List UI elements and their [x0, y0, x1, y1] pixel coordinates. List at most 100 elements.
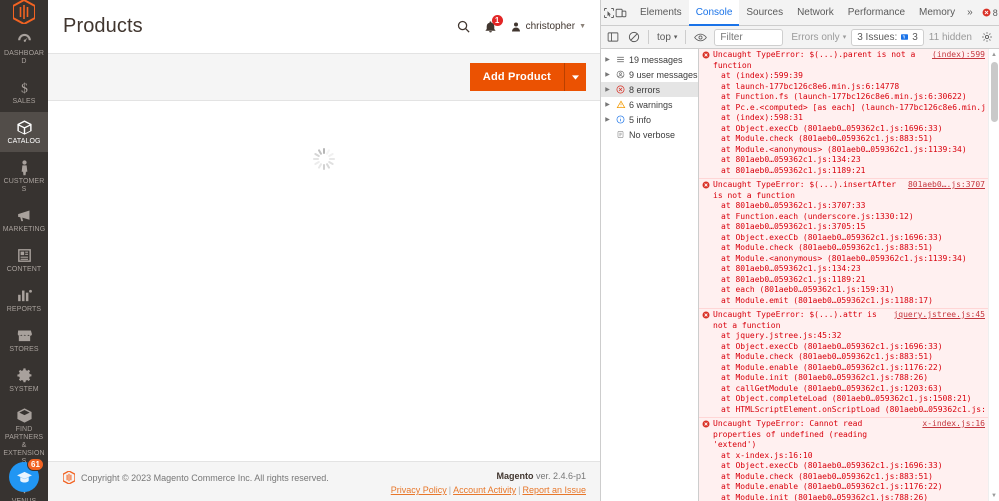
stack-frame[interactable]: at launch-177bc126c8e6.min.js:6:14778: [702, 82, 985, 93]
chevron-right-icon[interactable]: ▶: [603, 116, 612, 123]
tab-elements[interactable]: Elements: [633, 0, 689, 26]
stack-frame[interactable]: at 801aeb0…059362c1.js:3705:15: [702, 222, 985, 233]
issues-button[interactable]: 3 Issues: 3: [851, 29, 924, 46]
search-icon[interactable]: [456, 19, 471, 34]
sidebar-item-content[interactable]: CONTENT: [0, 240, 48, 280]
log-level-selector[interactable]: Errors only ▾: [787, 32, 850, 43]
stack-frame[interactable]: at jquery.jstree.js:45:32: [702, 331, 985, 342]
inspect-element-icon[interactable]: [603, 3, 615, 23]
stack-frame[interactable]: at 801aeb0…059362c1.js:134:23: [702, 155, 985, 166]
device-toolbar-icon[interactable]: [615, 3, 627, 23]
stack-frame[interactable]: at 801aeb0…059362c1.js:1189:21: [702, 275, 985, 286]
clear-console-icon[interactable]: [624, 27, 644, 47]
scrollbar-thumb[interactable]: [991, 62, 998, 122]
add-product-button[interactable]: Add Product: [470, 63, 564, 91]
sidebar-filter-warnings[interactable]: ▶ 6 warnings: [601, 97, 698, 112]
stack-frame[interactable]: at Module.<anonymous> (801aeb0…059362c1.…: [702, 254, 985, 265]
stack-frame[interactable]: at Module.emit (801aeb0…059362c1.js:1188…: [702, 296, 985, 307]
scroll-up-arrow[interactable]: ▲: [989, 49, 999, 60]
footer-link-report-an-issue[interactable]: Report an Issue: [522, 485, 586, 495]
console-error-message[interactable]: Uncaught TypeError: $(...).attr is not a…: [699, 309, 988, 418]
chevron-right-icon[interactable]: ▶: [603, 101, 612, 108]
user-icon: [510, 21, 522, 33]
stack-frame[interactable]: at Module.check (801aeb0…059362c1.js:883…: [702, 472, 985, 483]
tab-network[interactable]: Network: [790, 0, 841, 26]
stack-frame[interactable]: at (index):598:31: [702, 113, 985, 124]
tab-performance[interactable]: Performance: [841, 0, 912, 26]
sidebar-filter-errors[interactable]: ▶ 8 errors: [601, 82, 698, 97]
stack-frame[interactable]: at Object.execCb (801aeb0…059362c1.js:16…: [702, 124, 985, 135]
stack-frame[interactable]: at Function.fs (launch-177bc126c8e6.min.…: [702, 92, 985, 103]
stack-frame[interactable]: at Object.execCb (801aeb0…059362c1.js:16…: [702, 233, 985, 244]
chevron-right-icon[interactable]: ▶: [603, 71, 612, 78]
live-expression-icon[interactable]: [690, 27, 710, 47]
stack-frame[interactable]: at HTMLScriptElement.onScriptLoad (801ae…: [702, 405, 985, 416]
sidebar-item-label: STORES: [1, 346, 47, 354]
chevron-right-icon[interactable]: ▶: [603, 86, 612, 93]
sidebar-filter-user-messages[interactable]: ▶ 9 user messages: [601, 67, 698, 82]
scroll-down-arrow[interactable]: ▼: [989, 490, 999, 501]
stack-frame[interactable]: at 801aeb0…059362c1.js:134:23: [702, 264, 985, 275]
stack-frame[interactable]: at Object.execCb (801aeb0…059362c1.js:16…: [702, 342, 985, 353]
stack-frame[interactable]: at Module.init (801aeb0…059362c1.js:788:…: [702, 493, 985, 501]
message-source-link[interactable]: jquery.jstree.js:45: [887, 310, 985, 321]
sidebar-item-marketing[interactable]: MARKETING: [0, 200, 48, 240]
stack-frame[interactable]: at Module.enable (801aeb0…059362c1.js:11…: [702, 482, 985, 493]
sidebar-filter-verbose[interactable]: No verbose: [601, 127, 698, 142]
stack-frame[interactable]: at 801aeb0…059362c1.js:1189:21: [702, 166, 985, 177]
sidebar-item-customers[interactable]: CUSTOMERS: [0, 152, 48, 200]
stack-frame[interactable]: at each (801aeb0…059362c1.js:159:31): [702, 285, 985, 296]
footer-link-privacy-policy[interactable]: Privacy Policy: [391, 485, 447, 495]
stack-frame[interactable]: at Module.enable (801aeb0…059362c1.js:11…: [702, 363, 985, 374]
stack-frame[interactable]: at Module.<anonymous> (801aeb0…059362c1.…: [702, 145, 985, 156]
error-counter[interactable]: 8: [982, 8, 998, 18]
console-error-message[interactable]: Uncaught TypeError: Cannot read properti…: [699, 418, 988, 501]
console-error-message[interactable]: Uncaught TypeError: $(...).insertAfter i…: [699, 179, 988, 309]
message-source-link[interactable]: x-index.js:16: [916, 419, 985, 430]
gear-icon[interactable]: [977, 27, 997, 47]
sidebar-item-catalog[interactable]: CATALOG: [0, 112, 48, 152]
more-tabs-button[interactable]: »: [962, 7, 978, 18]
stack-frame[interactable]: at Object.completeLoad (801aeb0…059362c1…: [702, 394, 985, 405]
message-source-link[interactable]: (index):599: [926, 50, 985, 61]
sidebar-item-sales[interactable]: $ SALES: [0, 72, 48, 112]
notifications-bell[interactable]: 1: [484, 20, 497, 34]
tab-console[interactable]: Console: [689, 0, 740, 26]
message-source-link[interactable]: 801aeb0….js:3707: [902, 180, 985, 191]
chevron-right-icon[interactable]: ▶: [603, 56, 612, 63]
user-menu[interactable]: christopher ▼: [510, 21, 586, 33]
stack-frame[interactable]: at x-index.js:16:10: [702, 451, 985, 462]
stack-frame[interactable]: at Function.each (underscore.js:1330:12): [702, 212, 985, 223]
console-error-message[interactable]: Uncaught TypeError: $(...).parent is not…: [699, 49, 988, 179]
console-sidebar-toggle-icon[interactable]: [603, 27, 623, 47]
stack-frame[interactable]: at Module.check (801aeb0…059362c1.js:883…: [702, 134, 985, 145]
tab-memory[interactable]: Memory: [912, 0, 962, 26]
sidebar-filter-info[interactable]: ▶ 5 info: [601, 112, 698, 127]
help-launcher[interactable]: 61: [9, 462, 39, 492]
stack-frame[interactable]: at Module.check (801aeb0…059362c1.js:883…: [702, 243, 985, 254]
stack-frame[interactable]: at 801aeb0…059362c1.js:3707:33: [702, 201, 985, 212]
stack-frame[interactable]: at Pc.e.<computed> [as each] (launch-177…: [702, 103, 985, 114]
user-message-icon: [615, 70, 626, 79]
execution-context-selector[interactable]: top ▾: [653, 29, 681, 46]
footer-link-account-activity[interactable]: Account Activity: [453, 485, 516, 495]
sidebar-item-dashboard[interactable]: DASHBOARD: [0, 24, 48, 72]
stack-frame[interactable]: at (index):599:39: [702, 71, 985, 82]
tab-sources[interactable]: Sources: [739, 0, 790, 26]
sidebar-item-reports[interactable]: REPORTS: [0, 280, 48, 320]
console-filter-input[interactable]: [714, 29, 783, 46]
add-product-dropdown-toggle[interactable]: [564, 63, 586, 91]
stack-frame[interactable]: at Module.init (801aeb0…059362c1.js:788:…: [702, 373, 985, 384]
sidebar-item-system[interactable]: SYSTEM: [0, 360, 48, 400]
stack-frame[interactable]: at Module.check (801aeb0…059362c1.js:883…: [702, 352, 985, 363]
stack-frame[interactable]: at Object.execCb (801aeb0…059362c1.js:16…: [702, 461, 985, 472]
console-scrollbar[interactable]: ▲ ▼: [988, 49, 999, 501]
sidebar-filter-all-messages[interactable]: ▶ 19 messages: [601, 52, 698, 67]
console-message-list[interactable]: Uncaught TypeError: $(...).parent is not…: [699, 49, 999, 501]
magento-logo-icon[interactable]: [0, 0, 48, 24]
admin-main: Products 1 christopher ▼: [48, 0, 600, 501]
stack-frame[interactable]: at callGetModule (801aeb0…059362c1.js:12…: [702, 384, 985, 395]
issue-counters[interactable]: 8 4 3: [978, 8, 999, 18]
sidebar-item-stores[interactable]: STORES: [0, 320, 48, 360]
toolbar-separator: [648, 30, 649, 44]
